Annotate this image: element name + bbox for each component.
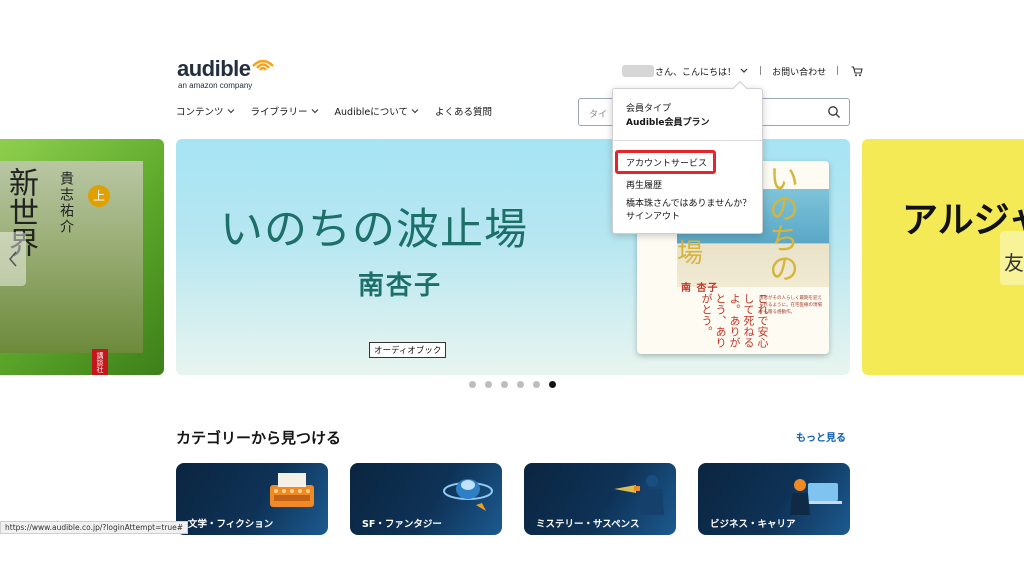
audible-home-page: audible an amazon company さん、こんにちは！ | お問… bbox=[0, 0, 1024, 576]
laptop-person-icon bbox=[790, 479, 842, 515]
dropdown-caret bbox=[732, 80, 748, 96]
greeting-menu[interactable]: さん、こんにちは！ bbox=[655, 65, 736, 78]
blurred-username bbox=[622, 65, 654, 77]
header-utility: さん、こんにちは！ | お問い合わせ | bbox=[622, 64, 863, 78]
cover-author: 貴志祐介 bbox=[58, 171, 74, 235]
nav-item-about[interactable]: Audibleについて bbox=[335, 104, 419, 118]
banner-author: 南杏子 bbox=[358, 271, 443, 301]
sign-out-link[interactable]: サインアウト bbox=[626, 209, 680, 222]
category-card-business[interactable]: ビジネス・キャリア bbox=[698, 463, 850, 535]
account-service-link[interactable]: アカウントサービス bbox=[615, 150, 716, 174]
audiobook-badge: オーディオブック bbox=[369, 342, 447, 358]
carousel-dot[interactable] bbox=[469, 381, 476, 388]
dropdown-divider bbox=[613, 140, 762, 141]
category-label: 文学・フィクション bbox=[188, 519, 274, 530]
typewriter-icon bbox=[270, 473, 314, 507]
browser-status-url: https://www.audible.co.jp/?loginAttempt=… bbox=[0, 521, 189, 534]
category-card-literature[interactable]: 文学・フィクション bbox=[176, 463, 328, 535]
not-me-link[interactable]: 橋本珠さんではありませんか？ bbox=[626, 196, 751, 209]
publisher-stamp: 講談社 bbox=[92, 349, 108, 375]
chevron-down-icon bbox=[227, 109, 234, 114]
banner-subtitle: 友 bbox=[1004, 251, 1024, 275]
membership-type-label: 会員タイプ bbox=[626, 104, 672, 114]
nav-label: Audibleについて bbox=[334, 107, 408, 118]
contact-link[interactable]: お問い合わせ bbox=[772, 65, 826, 78]
nav-item-library[interactable]: ライブラリー bbox=[251, 104, 319, 118]
carousel-dot[interactable] bbox=[501, 381, 508, 388]
nav-label: コンテンツ bbox=[176, 107, 224, 118]
search-placeholder: タイ bbox=[589, 110, 608, 120]
nav-item-faq[interactable]: よくある質問 bbox=[435, 104, 492, 118]
carousel-dot[interactable] bbox=[485, 381, 492, 388]
carousel-dot[interactable] bbox=[517, 381, 524, 388]
logo-tagline: an amazon company bbox=[178, 81, 253, 90]
category-label: ビジネス・キャリア bbox=[710, 519, 796, 530]
cover-blurb: 患者がその人らしく最期を迎えられるように。在宅医療の現場から贈る感動作。 bbox=[759, 296, 822, 315]
main-nav: コンテンツ ライブラリー Audibleについて よくある質問 bbox=[176, 104, 492, 118]
audible-waves-icon bbox=[252, 59, 274, 71]
carousel-slide-next[interactable]: アルジャ 友 bbox=[862, 139, 1024, 375]
category-card-mystery[interactable]: ミステリー・サスペンス bbox=[524, 463, 676, 535]
account-dropdown: 会員タイプ Audible会員プラン アカウントサービス 再生履歴 橋本珠さんで… bbox=[612, 80, 763, 234]
carousel-dot-active[interactable] bbox=[549, 381, 556, 388]
listening-history-link[interactable]: 再生履歴 bbox=[626, 178, 662, 191]
cover-author: 南 杏子 bbox=[681, 283, 719, 294]
divider: | bbox=[759, 66, 763, 76]
carousel-prev-button[interactable] bbox=[0, 232, 26, 286]
cover-title: いのちの bbox=[763, 163, 798, 283]
category-list: 文学・フィクション SF・ファンタジー ミステリー・サスペンス ビジネス・キャリ… bbox=[176, 463, 850, 535]
carousel-dots bbox=[469, 381, 556, 388]
logo-wordmark: audible bbox=[177, 56, 251, 81]
category-section-title: カテゴリーから見つける bbox=[176, 429, 342, 447]
ufo-icon bbox=[443, 479, 493, 511]
chevron-left-icon bbox=[9, 251, 17, 267]
cover-title-part: 場 bbox=[677, 239, 704, 269]
see-more-link[interactable]: もっと見る bbox=[796, 429, 846, 444]
membership-plan: Audible会員プラン bbox=[626, 118, 710, 128]
nav-label: よくある質問 bbox=[434, 107, 492, 118]
chevron-down-icon bbox=[740, 68, 748, 73]
volume-badge: 上 bbox=[88, 185, 110, 207]
chevron-down-icon bbox=[311, 109, 318, 114]
cart-icon[interactable] bbox=[851, 65, 863, 77]
banner-title: いのちの波止場 bbox=[220, 205, 528, 255]
search-icon[interactable] bbox=[827, 105, 841, 119]
category-label: SF・ファンタジー bbox=[362, 519, 442, 530]
divider: | bbox=[836, 66, 840, 76]
chevron-down-icon bbox=[411, 109, 419, 114]
account-service-label: アカウントサービス bbox=[626, 159, 708, 169]
category-card-sf-fantasy[interactable]: SF・ファンタジー bbox=[350, 463, 502, 535]
nav-item-contents[interactable]: コンテンツ bbox=[176, 104, 235, 118]
detective-icon bbox=[614, 475, 664, 515]
audible-logo[interactable]: audible an amazon company bbox=[177, 54, 277, 92]
nav-label: ライブラリー bbox=[250, 107, 308, 118]
category-label: ミステリー・サスペンス bbox=[536, 519, 640, 530]
carousel-dot[interactable] bbox=[533, 381, 540, 388]
